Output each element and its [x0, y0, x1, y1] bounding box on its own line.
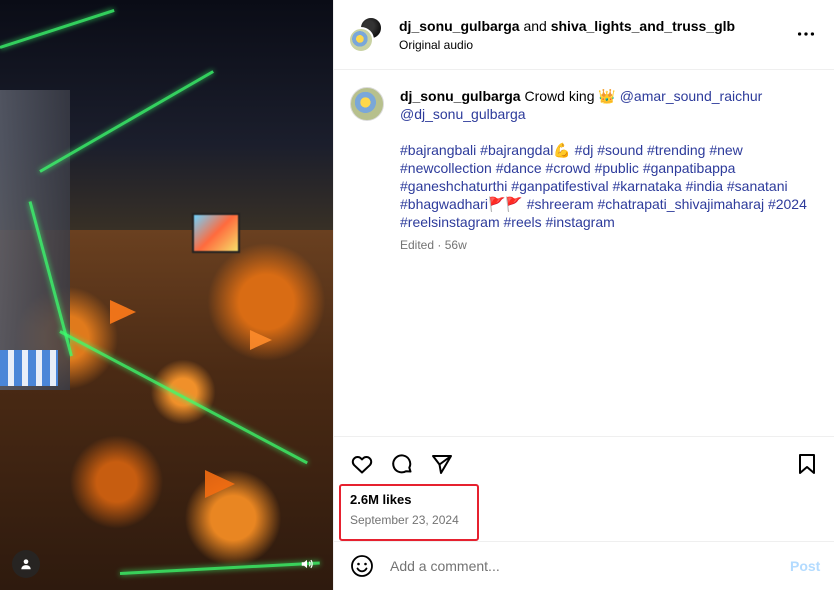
post-age: 56w — [444, 238, 467, 252]
caption-section: dj_sonu_gulbarga Crowd king 👑 @amar_soun… — [334, 71, 834, 435]
building — [0, 90, 70, 390]
heart-icon — [351, 456, 373, 474]
post-header: dj_sonu_gulbarga and shiva_lights_and_tr… — [334, 0, 834, 70]
saffron-flag — [205, 470, 235, 498]
username-link[interactable]: dj_sonu_gulbarga — [400, 88, 521, 104]
like-button[interactable] — [349, 451, 375, 477]
audio-link[interactable]: Original audio — [399, 38, 473, 52]
save-button[interactable] — [794, 451, 820, 477]
bookmark-icon — [799, 454, 815, 474]
action-bar — [334, 436, 834, 488]
username-link[interactable]: shiva_lights_and_truss_glb — [551, 18, 735, 34]
share-button[interactable] — [429, 451, 455, 477]
more-horizontal-icon — [797, 32, 815, 36]
caption-meta: Edited · 56w — [400, 238, 467, 252]
saffron-flag — [110, 300, 136, 324]
mention-link[interactable]: @dj_sonu_gulbarga — [400, 106, 526, 122]
tagged-users-button[interactable] — [12, 550, 40, 578]
username-link[interactable]: dj_sonu_gulbarga — [399, 18, 520, 34]
send-icon — [432, 455, 452, 474]
comment-button[interactable] — [389, 451, 415, 477]
saffron-flag — [250, 330, 272, 350]
post-dialog: dj_sonu_gulbarga and shiva_lights_and_tr… — [0, 0, 834, 590]
avatar[interactable] — [348, 27, 374, 53]
comment-bar: Post — [334, 541, 834, 590]
emoji-icon[interactable] — [350, 554, 374, 578]
caption-body: Crowd king 👑 — [524, 88, 616, 104]
separator: · — [437, 238, 442, 252]
more-options-button[interactable] — [794, 22, 818, 46]
led-screen — [192, 213, 240, 253]
comment-icon — [392, 454, 412, 474]
collab-names: dj_sonu_gulbarga and shiva_lights_and_tr… — [399, 18, 735, 35]
post-button[interactable]: Post — [790, 558, 820, 574]
avatar[interactable] — [350, 87, 384, 121]
edited-label: Edited — [400, 238, 435, 252]
collab-avatars[interactable] — [348, 17, 382, 53]
speaker-icon — [301, 559, 313, 569]
user-icon — [21, 559, 31, 570]
hashtags[interactable]: #bajrangbali #bajrangdal💪 #dj #sound #tr… — [400, 141, 820, 231]
audio-toggle-button[interactable] — [293, 550, 321, 578]
post-sidebar: dj_sonu_gulbarga and shiva_lights_and_tr… — [333, 0, 834, 590]
reel-video[interactable] — [0, 0, 333, 590]
mention-link[interactable]: @amar_sound_raichur — [620, 88, 763, 104]
annotation-highlight — [339, 484, 479, 541]
joiner-text: and — [523, 18, 547, 34]
caption-text: dj_sonu_gulbarga Crowd king 👑 @amar_soun… — [400, 87, 820, 123]
comment-input[interactable] — [390, 554, 770, 578]
striped-awning — [0, 350, 58, 386]
